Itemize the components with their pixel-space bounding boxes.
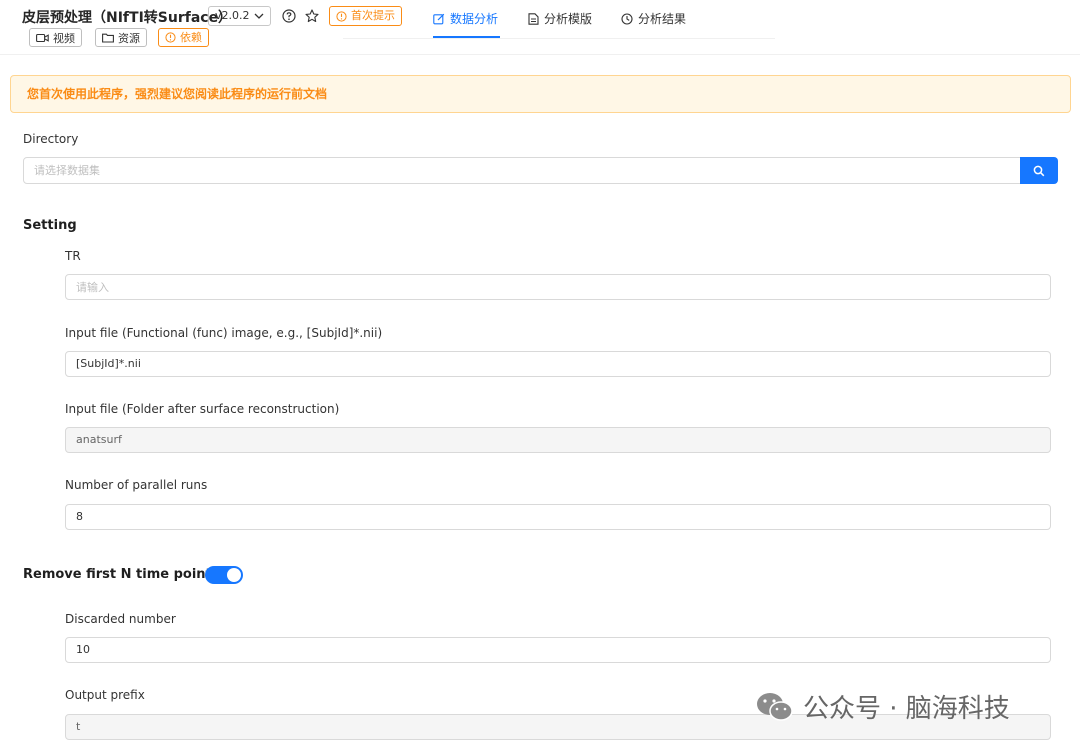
resource-label: 资源 xyxy=(118,31,140,45)
video-tag[interactable]: 视频 xyxy=(29,28,82,47)
active-tab-indicator xyxy=(433,36,500,38)
func-input-label: Input file (Functional (func) image, e.g… xyxy=(65,326,383,340)
tab-label: 数据分析 xyxy=(450,12,499,26)
watermark-text: 公众号 · 脑海科技 xyxy=(803,694,1010,724)
video-icon xyxy=(36,33,49,42)
tab-label: 分析结果 xyxy=(638,12,687,26)
tr-input[interactable] xyxy=(65,274,1051,300)
tab-analysis-template[interactable]: 分析模版 xyxy=(528,10,592,27)
wechat-icon xyxy=(757,692,793,721)
dependency-tag[interactable]: 依赖 xyxy=(158,28,209,47)
first-use-alert: 您首次使用此程序，强烈建议您阅读此程序的运行前文档 xyxy=(10,75,1071,113)
tr-label: TR xyxy=(65,249,81,263)
search-icon xyxy=(1033,165,1045,176)
history-icon xyxy=(621,12,633,25)
chevron-down-icon xyxy=(254,13,263,19)
tab-label: 分析模版 xyxy=(544,12,593,26)
remove-toggle-switch[interactable] xyxy=(205,566,243,584)
video-label: 视频 xyxy=(53,31,75,45)
search-button[interactable] xyxy=(1020,157,1058,184)
tab-analysis-results[interactable]: 分析结果 xyxy=(621,10,686,27)
directory-label: Directory xyxy=(23,132,79,146)
surf-input-field: anatsurf xyxy=(65,427,1051,453)
setting-section-title: Setting xyxy=(23,218,77,233)
remove-section-title: Remove first N time points xyxy=(23,567,220,582)
alert-text: 您首次使用此程序，强烈建议您阅读此程序的运行前文档 xyxy=(27,87,328,101)
dependency-label: 依赖 xyxy=(180,30,202,44)
toggle-knob xyxy=(227,568,241,582)
tab-data-analysis[interactable]: 数据分析 xyxy=(433,10,498,27)
version-label: v2.0.2 xyxy=(215,9,250,22)
star-icon[interactable] xyxy=(303,7,321,25)
output-prefix-label: Output prefix xyxy=(65,688,145,702)
parallel-runs-input[interactable]: 8 xyxy=(65,504,1051,530)
edit-icon xyxy=(433,13,445,24)
func-input-field[interactable]: [SubjId]*.nii xyxy=(65,351,1051,377)
parallel-runs-label: Number of parallel runs xyxy=(65,478,208,492)
file-icon xyxy=(528,12,539,25)
directory-input[interactable] xyxy=(23,157,1021,184)
app-header: 皮层预处理（NIfTI转Surface） v2.0.2 首次提示 视频 资源 依… xyxy=(0,0,1080,55)
watermark: 公众号 · 脑海科技 xyxy=(755,688,1010,725)
page-title: 皮层预处理（NIfTI转Surface） xyxy=(22,10,233,26)
info-icon xyxy=(165,32,176,43)
resource-tag[interactable]: 资源 xyxy=(95,28,147,47)
folder-icon xyxy=(102,33,114,43)
discarded-input[interactable]: 10 xyxy=(65,637,1051,663)
surf-input-label: Input file (Folder after surface reconst… xyxy=(65,402,340,416)
discarded-label: Discarded number xyxy=(65,612,176,626)
help-icon[interactable] xyxy=(280,7,298,25)
version-select[interactable]: v2.0.2 xyxy=(208,6,271,26)
